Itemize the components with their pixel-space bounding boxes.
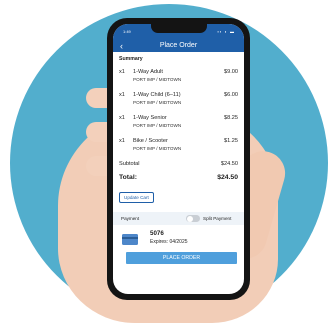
item-qty: x1: [119, 115, 125, 121]
phone: 1:49 ▪▪ ◗ ▬ ‹ Place Order Summary x1 1-W…: [107, 18, 250, 300]
phone-screen: 1:49 ▪▪ ◗ ▬ ‹ Place Order Summary x1 1-W…: [113, 24, 244, 294]
subtotal-label: Subtotal: [119, 161, 140, 167]
item-price: $9.00: [224, 69, 238, 75]
item-price: $8.25: [224, 115, 238, 121]
status-time: 1:49: [123, 29, 131, 34]
total-value: $24.50: [217, 174, 238, 181]
item-route: PORT IMP / MIDTOWN: [133, 100, 182, 105]
item-qty: x1: [119, 92, 125, 98]
item-name: 1-Way Senior: [133, 115, 167, 121]
list-item: x1 1-Way Senior PORT IMP / MIDTOWN $8.25: [119, 115, 238, 138]
item-qty: x1: [119, 69, 125, 75]
item-qty: x1: [119, 138, 125, 144]
update-cart-button[interactable]: Update Cart: [119, 192, 154, 203]
item-name: Bike / Scooter: [133, 138, 168, 144]
total-label: Total:: [119, 174, 137, 181]
summary-heading: Summary: [119, 56, 143, 62]
status-icons: ▪▪ ◗ ▬: [217, 29, 235, 34]
order-summary: Summary x1 1-Way Adult PORT IMP / MIDTOW…: [113, 52, 244, 249]
item-price: $1.25: [224, 138, 238, 144]
item-name: 1-Way Adult: [133, 69, 163, 75]
list-item: x1 1-Way Adult PORT IMP / MIDTOWN $9.00: [119, 69, 238, 92]
place-order-button[interactable]: PLACE ORDER: [126, 252, 237, 264]
card-number: 5076: [150, 230, 164, 237]
payment-card[interactable]: 5076 Expires: 04/2025: [119, 229, 238, 249]
notch: [151, 24, 207, 33]
payment-label: Payment: [121, 216, 140, 221]
payment-row: Payment Split Payment: [113, 212, 244, 225]
item-price: $6.00: [224, 92, 238, 98]
total-row: Total: $24.50: [119, 174, 238, 187]
subtotal-row: Subtotal $24.50: [119, 161, 238, 174]
list-item: x1 1-Way Child (6–11) PORT IMP / MIDTOWN…: [119, 92, 238, 115]
card-stripe: [122, 237, 138, 239]
item-route: PORT IMP / MIDTOWN: [133, 146, 182, 151]
subtotal-value: $24.50: [220, 161, 238, 167]
item-route: PORT IMP / MIDTOWN: [133, 123, 182, 128]
split-payment-label: Split Payment: [203, 216, 232, 221]
page-title: Place Order: [159, 42, 198, 49]
card-expiry: Expires: 04/2025: [150, 239, 188, 245]
item-name: 1-Way Child (6–11): [133, 92, 181, 98]
list-item: x1 Bike / Scooter PORT IMP / MIDTOWN $1.…: [119, 138, 238, 161]
toggle-knob: [186, 215, 193, 222]
nav-bar: ‹ Place Order: [113, 40, 244, 52]
credit-card-icon: [122, 234, 138, 245]
item-route: PORT IMP / MIDTOWN: [133, 77, 182, 82]
split-payment-toggle[interactable]: [186, 215, 200, 222]
